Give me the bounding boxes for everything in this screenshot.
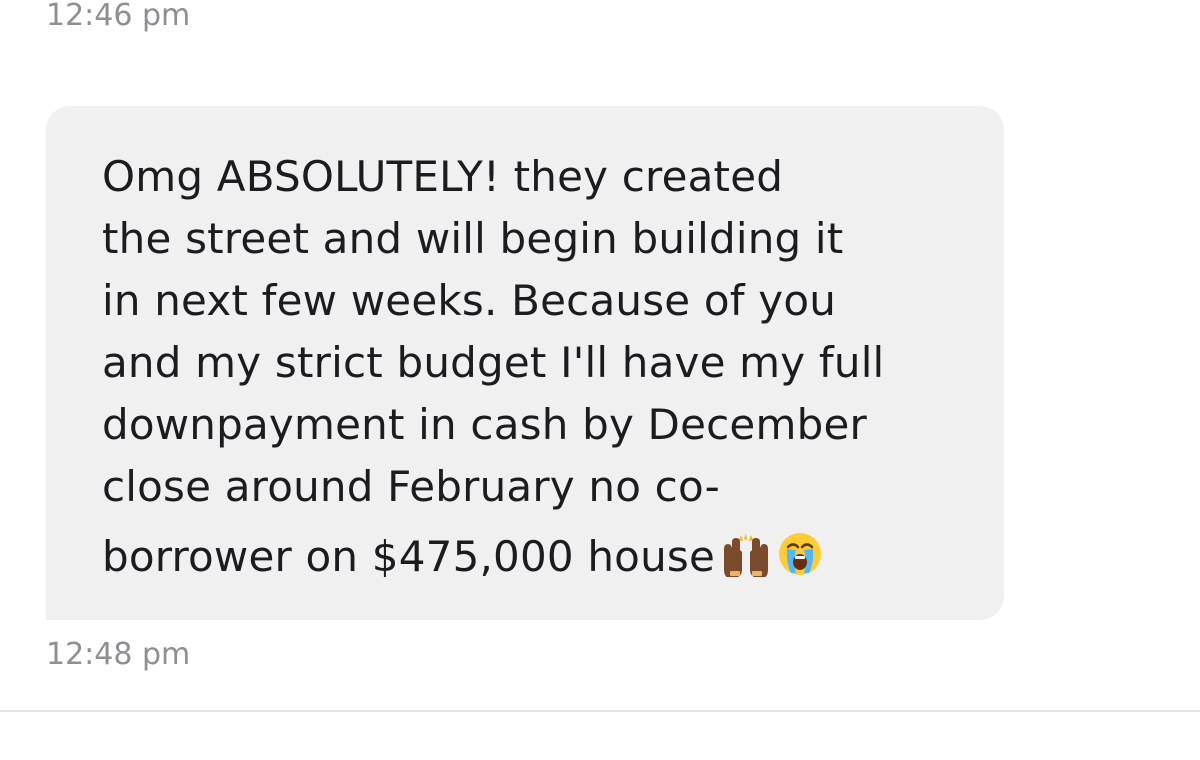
message-bubble[interactable]: Omg ABSOLUTELY! they created the street … xyxy=(46,106,1004,620)
message-timestamp: 12:46 pm xyxy=(46,0,191,33)
message-line: close around February no co- xyxy=(102,462,721,511)
message-timestamp: 12:48 pm xyxy=(46,637,191,672)
message-line: borrower on $475,000 house xyxy=(102,532,716,581)
divider xyxy=(0,710,1200,712)
message-line: Omg ABSOLUTELY! they created xyxy=(102,152,784,201)
message-line-with-emoji: borrower on $475,000 house xyxy=(102,526,964,594)
raising-hands-icon xyxy=(721,531,771,594)
message-text: Omg ABSOLUTELY! they created the street … xyxy=(102,146,964,594)
message-line: the street and will begin building it xyxy=(102,214,844,263)
chat-screen: 12:46 pm Omg ABSOLUTELY! they created th… xyxy=(0,0,1200,760)
message-line: in next few weeks. Because of you xyxy=(102,276,837,325)
message-line: downpayment in cash by December xyxy=(102,400,867,449)
loudly-crying-face-icon xyxy=(777,531,823,594)
message-line: and my strict budget I'll have my full xyxy=(102,338,885,387)
